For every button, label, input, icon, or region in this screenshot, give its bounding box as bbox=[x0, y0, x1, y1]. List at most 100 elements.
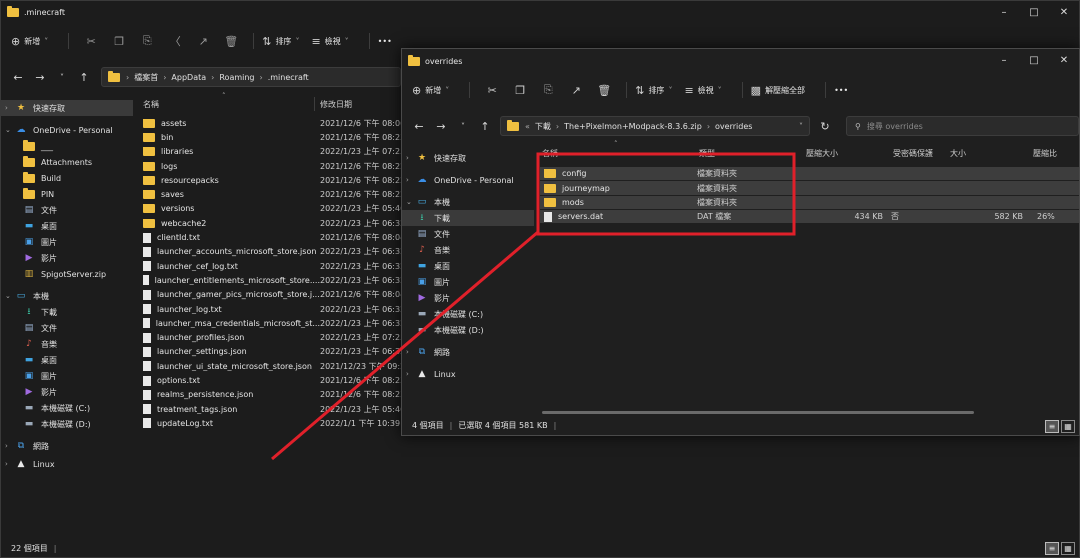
file-row[interactable]: assets 2021/12/6 下午 08:06 bbox=[143, 116, 405, 130]
file-row[interactable]: treatment_tags.json 2022/1/23 上午 05:46 bbox=[143, 402, 405, 416]
address-dropdown-icon[interactable]: ˅ bbox=[799, 122, 803, 131]
file-row[interactable]: versions 2022/1/23 上午 05:46 bbox=[143, 202, 405, 216]
file-row[interactable]: launcher_entitlements_microsoft_store...… bbox=[143, 273, 405, 287]
sidebar-item[interactable]: ▤ 文件 bbox=[1, 202, 133, 218]
rename-icon[interactable]: 〈 bbox=[161, 33, 189, 49]
details-view-icon[interactable]: ≡ bbox=[1045, 542, 1059, 555]
breadcrumb-item[interactable]: Roaming bbox=[219, 73, 254, 82]
sidebar-item[interactable]: ___ bbox=[1, 138, 133, 154]
delete-icon[interactable]: 🗑 bbox=[590, 84, 618, 97]
column-ratio[interactable]: 壓縮比 bbox=[1033, 148, 1057, 159]
breadcrumb-item[interactable]: AppData bbox=[171, 73, 206, 82]
expand-chevron-icon[interactable]: › bbox=[406, 176, 416, 184]
close-button[interactable]: ✕ bbox=[1049, 49, 1079, 71]
file-row[interactable]: mods 檔案資料夾 bbox=[540, 194, 1079, 210]
column-name[interactable]: 名稱 bbox=[542, 148, 699, 159]
details-view-icon[interactable]: ≡ bbox=[1045, 420, 1059, 433]
file-row[interactable]: launcher_cef_log.txt 2022/1/23 上午 06:32 bbox=[143, 259, 405, 273]
search-input[interactable]: ⚲ 搜尋 overrides bbox=[846, 116, 1079, 136]
more-options-button[interactable]: ••• bbox=[834, 86, 848, 95]
expand-chevron-icon[interactable]: › bbox=[5, 460, 15, 468]
file-row[interactable]: launcher_log.txt 2022/1/23 上午 06:32 bbox=[143, 302, 405, 316]
sidebar-item[interactable]: ▬ 本機磁碟 (D:) bbox=[1, 416, 133, 432]
sidebar-item[interactable]: Build bbox=[1, 170, 133, 186]
file-row[interactable]: launcher_accounts_microsoft_store.json 20… bbox=[143, 245, 405, 259]
horizontal-scrollbar[interactable] bbox=[542, 411, 974, 414]
up-icon[interactable]: ↑ bbox=[73, 71, 95, 84]
sidebar-item[interactable]: › ★ 快速存取 bbox=[402, 150, 534, 166]
sidebar-item[interactable]: › ⧉ 網路 bbox=[402, 344, 534, 360]
close-button[interactable]: ✕ bbox=[1049, 1, 1079, 23]
file-row[interactable]: journeymap 檔案資料夾 bbox=[540, 180, 1079, 195]
more-options-button[interactable]: ••• bbox=[378, 37, 392, 46]
sidebar-item[interactable]: ▶ 影片 bbox=[1, 250, 133, 266]
sidebar-item[interactable]: ▥ SpigotServer.zip bbox=[1, 266, 133, 282]
sidebar-item[interactable]: › ☁ OneDrive - Personal bbox=[402, 172, 534, 188]
recent-chevron-icon[interactable]: ˅ bbox=[51, 73, 73, 82]
back-icon[interactable]: ← bbox=[7, 71, 29, 84]
column-date-modified[interactable]: 修改日期 bbox=[320, 99, 352, 110]
sidebar-item[interactable]: ▬ 桌面 bbox=[1, 352, 133, 368]
sidebar-item[interactable]: › ▲ Linux bbox=[1, 456, 133, 472]
copy-icon[interactable]: ❐ bbox=[506, 84, 534, 97]
file-row[interactable]: webcache2 2022/1/23 上午 06:32 bbox=[143, 216, 405, 230]
forward-icon[interactable]: → bbox=[430, 120, 452, 133]
expand-chevron-icon[interactable]: › bbox=[406, 348, 416, 356]
breadcrumb-item[interactable]: 下載 bbox=[535, 121, 551, 132]
expand-chevron-icon[interactable]: ⌄ bbox=[5, 126, 15, 134]
share-icon[interactable]: ↗ bbox=[189, 35, 217, 48]
sidebar-item[interactable]: ▣ 圖片 bbox=[402, 274, 534, 290]
sidebar-item[interactable]: ▬ 本機磁碟 (D:) bbox=[402, 322, 534, 338]
expand-chevron-icon[interactable]: › bbox=[406, 154, 416, 162]
file-row[interactable]: config 檔案資料夾 bbox=[540, 166, 1079, 181]
cut-icon[interactable]: ✂ bbox=[478, 84, 506, 97]
back-icon[interactable]: ← bbox=[408, 120, 430, 133]
expand-chevron-icon[interactable]: ⌄ bbox=[5, 292, 15, 300]
sidebar-item[interactable]: ⌄ ▭ 本機 bbox=[402, 194, 534, 210]
file-row[interactable]: servers.dat DAT 檔案 434 KB 否 582 KB 26% bbox=[540, 209, 1079, 224]
sidebar-item[interactable]: ▬ 本機磁碟 (C:) bbox=[1, 400, 133, 416]
file-row[interactable]: updateLog.txt 2022/1/1 下午 10:39 bbox=[143, 416, 405, 430]
new-button[interactable]: ⊕ 新增 ˅ bbox=[11, 35, 48, 48]
sidebar-item[interactable]: ▶ 影片 bbox=[402, 290, 534, 306]
minimize-button[interactable]: – bbox=[989, 49, 1019, 71]
refresh-icon[interactable]: ↻ bbox=[814, 120, 836, 133]
sidebar-item[interactable]: ⭳ 下載 bbox=[1, 304, 133, 320]
sidebar-item[interactable]: ♪ 音樂 bbox=[402, 242, 534, 258]
file-row[interactable]: launcher_msa_credentials_microsoft_st...… bbox=[143, 316, 405, 330]
sidebar-item[interactable]: ▬ 桌面 bbox=[402, 258, 534, 274]
breadcrumb-item[interactable]: overrides bbox=[715, 122, 752, 131]
sidebar-item[interactable]: ▤ 文件 bbox=[402, 226, 534, 242]
file-row[interactable]: logs 2021/12/6 下午 08:22 bbox=[143, 159, 405, 173]
file-row[interactable]: bin 2021/12/6 下午 08:23 bbox=[143, 130, 405, 144]
view-button[interactable]: ≡ 檢視 ˅ bbox=[684, 84, 721, 97]
cut-icon[interactable]: ✂ bbox=[77, 35, 105, 48]
sidebar-item[interactable]: ▤ 文件 bbox=[1, 320, 133, 336]
sidebar-item[interactable]: ▬ 桌面 bbox=[1, 218, 133, 234]
file-row[interactable]: launcher_gamer_pics_microsoft_store.j...… bbox=[143, 288, 405, 302]
new-button[interactable]: ⊕ 新增 ˅ bbox=[412, 84, 449, 97]
delete-icon[interactable]: 🗑 bbox=[217, 35, 245, 48]
sort-button[interactable]: ⇅ 排序 ˅ bbox=[262, 35, 299, 48]
column-name[interactable]: 名稱 bbox=[143, 99, 320, 110]
expand-chevron-icon[interactable]: › bbox=[5, 104, 15, 112]
copy-icon[interactable]: ❐ bbox=[105, 35, 133, 48]
column-type[interactable]: 類型 bbox=[699, 148, 806, 159]
sidebar-item[interactable]: › ★ 快速存取 bbox=[1, 100, 133, 116]
file-row[interactable]: libraries 2022/1/23 上午 07:25 bbox=[143, 145, 405, 159]
recent-chevron-icon[interactable]: ˅ bbox=[452, 122, 474, 131]
column-packed-size[interactable]: 壓縮大小 bbox=[806, 148, 893, 159]
file-row[interactable]: realms_persistence.json 2021/12/6 下午 08:2… bbox=[143, 388, 405, 402]
expand-chevron-icon[interactable]: ⌄ bbox=[406, 198, 416, 206]
sidebar-item[interactable]: ⌄ ☁ OneDrive - Personal bbox=[1, 122, 133, 138]
paste-icon[interactable]: ⎘ bbox=[133, 34, 161, 48]
file-row[interactable]: saves 2021/12/6 下午 08:22 bbox=[143, 188, 405, 202]
file-row[interactable]: launcher_profiles.json 2022/1/23 上午 07:25 bbox=[143, 331, 405, 345]
sidebar-item[interactable]: › ⧉ 網路 bbox=[1, 438, 133, 454]
file-row[interactable]: launcher_settings.json 2022/1/23 上午 06:32 bbox=[143, 345, 405, 359]
sidebar-item[interactable]: PIN bbox=[1, 186, 133, 202]
overflow-crumb[interactable]: « bbox=[525, 122, 530, 131]
minimize-button[interactable]: – bbox=[989, 1, 1019, 23]
large-icons-view-icon[interactable]: ▦ bbox=[1061, 542, 1075, 555]
address-bar[interactable]: › 檔案首 › AppData › Roaming › .minecraft bbox=[101, 67, 401, 87]
